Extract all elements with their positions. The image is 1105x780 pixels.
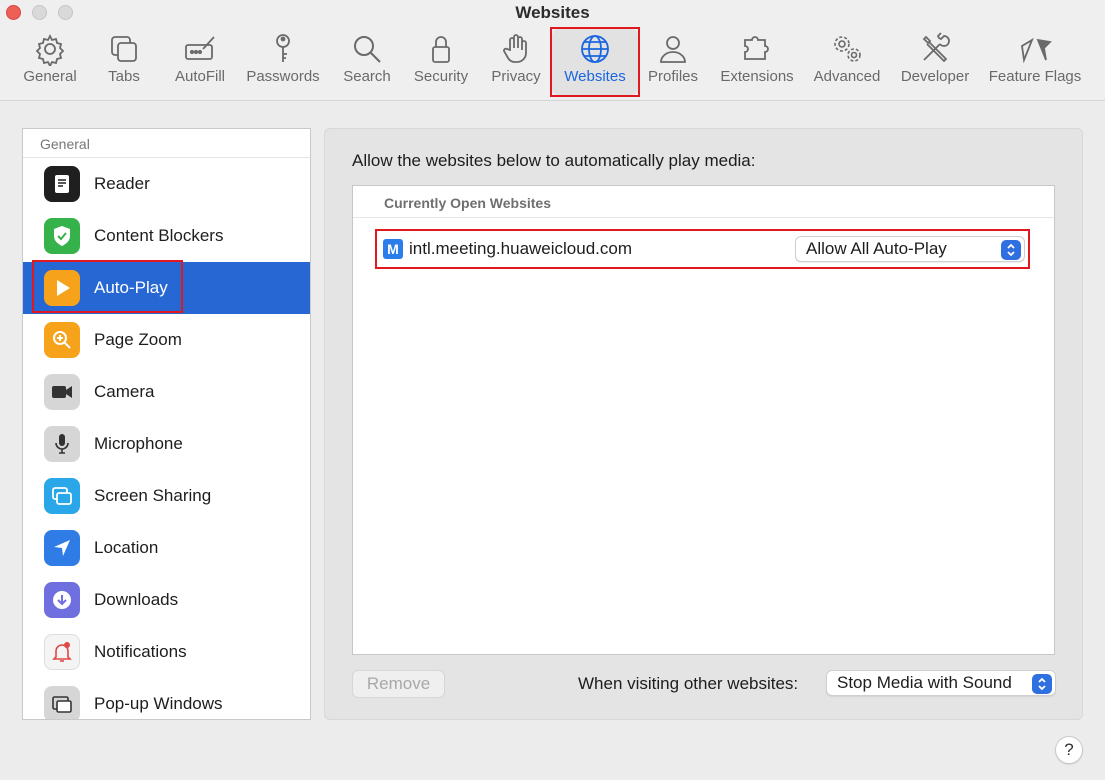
sidebar-item-label: Downloads — [94, 590, 179, 609]
autofill-icon — [185, 36, 215, 60]
sidebar-section-header: General — [23, 129, 310, 158]
key-icon — [276, 34, 290, 62]
sidebar-item-label: Page Zoom — [94, 330, 182, 349]
sidebar: General Reader Content Blockers Auto-Pla… — [22, 128, 311, 720]
tab-label: AutoFill — [174, 68, 226, 85]
tab-label: Passwords — [246, 68, 320, 85]
remove-button[interactable]: Remove — [352, 670, 445, 698]
select-value: Stop Media with Sound — [837, 673, 1012, 692]
tab-label: Feature Flags — [988, 68, 1082, 85]
sidebar-item-label: Screen Sharing — [94, 486, 212, 505]
tab-label: Security — [413, 68, 469, 85]
hand-icon — [503, 34, 527, 63]
tab-search[interactable]: Search — [340, 32, 394, 94]
tab-label: Search — [343, 68, 391, 85]
annotation-highlight-websites-tab — [550, 27, 640, 97]
screen-sharing-icon — [44, 478, 80, 514]
sidebar-item-screen-sharing[interactable]: Screen Sharing — [23, 470, 310, 522]
sidebar-item-label: Location — [94, 538, 159, 557]
sidebar-item-label: Notifications — [94, 642, 187, 661]
tab-passwords[interactable]: Passwords — [244, 32, 322, 94]
sidebar-item-notifications[interactable]: Notifications — [23, 626, 310, 678]
sidebar-item-microphone[interactable]: Microphone — [23, 418, 310, 470]
tab-general[interactable]: General — [20, 32, 80, 94]
annotation-highlight-website-row — [375, 229, 1030, 269]
sidebar-item-downloads[interactable]: Downloads — [23, 574, 310, 626]
search-icon — [354, 36, 381, 63]
bell-icon — [44, 634, 80, 670]
tab-profiles[interactable]: Profiles — [644, 32, 702, 94]
tab-autofill[interactable]: AutoFill — [170, 32, 230, 94]
sidebar-item-page-zoom[interactable]: Page Zoom — [23, 314, 310, 366]
puzzle-icon — [744, 36, 769, 60]
sidebar-item-label: Microphone — [94, 434, 183, 453]
tab-label: Advanced — [813, 68, 881, 85]
person-icon — [660, 36, 686, 63]
gears-icon — [834, 36, 861, 62]
microphone-icon — [44, 426, 80, 462]
sidebar-item-label: Reader — [94, 174, 150, 193]
downloads-icon — [44, 582, 80, 618]
camera-icon — [44, 374, 80, 410]
tab-label: General — [23, 68, 77, 85]
gear-icon — [35, 33, 65, 66]
tab-label: Profiles — [647, 68, 699, 85]
tab-label: Privacy — [491, 68, 541, 85]
other-websites-select[interactable]: Stop Media with Sound — [826, 670, 1056, 696]
sidebar-item-reader[interactable]: Reader — [23, 158, 310, 210]
toolbar: Websites General Tabs AutoFill Passwords… — [0, 0, 1105, 101]
tab-feature-flags[interactable]: Feature Flags — [986, 32, 1084, 94]
sidebar-item-camera[interactable]: Camera — [23, 366, 310, 418]
panel-description: Allow the websites below to automaticall… — [352, 151, 756, 170]
location-icon — [44, 530, 80, 566]
sidebar-item-label: Pop-up Windows — [94, 694, 223, 713]
tab-label: Tabs — [108, 68, 140, 85]
tab-label: Extensions — [720, 68, 794, 85]
other-websites-label: When visiting other websites: — [578, 674, 799, 693]
tab-advanced[interactable]: Advanced — [810, 32, 884, 94]
popup-windows-icon — [44, 686, 80, 719]
annotation-highlight-auto-play — [32, 260, 183, 313]
list-section-header: Currently Open Websites — [353, 186, 1054, 218]
tab-label: Developer — [900, 68, 970, 85]
flags-icon — [1021, 37, 1052, 64]
tab-developer[interactable]: Developer — [897, 32, 973, 94]
tabs-icon — [111, 36, 137, 62]
reader-icon — [44, 166, 80, 202]
sidebar-item-location[interactable]: Location — [23, 522, 310, 574]
window-title: Websites — [515, 3, 590, 22]
tab-security[interactable]: Security — [410, 32, 472, 94]
tab-privacy[interactable]: Privacy — [488, 32, 544, 94]
chevron-updown-icon — [1032, 674, 1052, 694]
sidebar-item-content-blockers[interactable]: Content Blockers — [23, 210, 310, 262]
sidebar-item-label: Content Blockers — [94, 226, 224, 245]
help-button[interactable]: ? — [1055, 736, 1083, 764]
zoom-icon — [44, 322, 80, 358]
lock-icon — [432, 36, 450, 63]
tools-icon — [922, 32, 950, 63]
tab-tabs[interactable]: Tabs — [100, 32, 148, 94]
tab-extensions[interactable]: Extensions — [716, 32, 798, 94]
shield-icon — [44, 218, 80, 254]
sidebar-item-label: Camera — [94, 382, 155, 401]
sidebar-item-popup-windows[interactable]: Pop-up Windows — [23, 678, 310, 719]
